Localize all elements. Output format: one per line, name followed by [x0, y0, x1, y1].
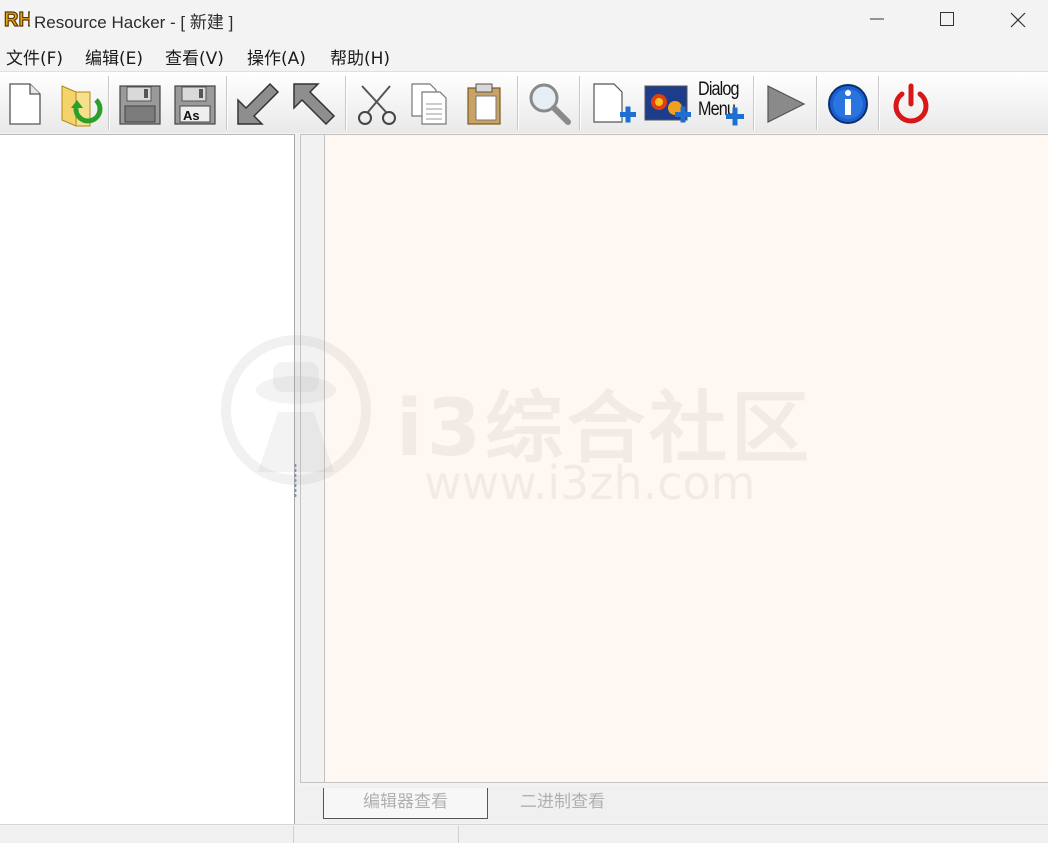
cut-button[interactable]: [352, 78, 402, 128]
toolbar: As Dialog Menu: [0, 71, 1048, 133]
compile-button[interactable]: [232, 78, 282, 128]
maximize-icon: [940, 12, 954, 26]
menu-file[interactable]: 文件(F): [6, 44, 63, 69]
add-dialog-menu-button[interactable]: Dialog Menu: [698, 78, 748, 128]
paste-button[interactable]: [462, 78, 512, 128]
add-image-resource-icon: [644, 85, 691, 123]
menu-bar: 文件(F) 编辑(E) 查看(V) 操作(A) 帮助(H): [0, 40, 1048, 70]
resource-hacker-logo-icon: RH: [4, 8, 30, 29]
info-icon: [828, 84, 868, 124]
save-floppy-icon: [119, 85, 161, 125]
window-title: Resource Hacker - [ 新建 ]: [34, 13, 234, 32]
resource-tree-panel[interactable]: [0, 134, 295, 824]
toolbar-separator: [878, 76, 880, 130]
minimize-icon: [870, 18, 884, 20]
toolbar-separator: [816, 76, 818, 130]
status-separator: [293, 826, 294, 843]
search-magnifier-icon: [529, 83, 571, 125]
splitter-grip[interactable]: [294, 463, 297, 497]
add-image-resource-button[interactable]: [643, 78, 693, 128]
open-button[interactable]: [56, 78, 106, 128]
title-bar: RH Resource Hacker - [ 新建 ]: [0, 0, 1048, 38]
maximize-button[interactable]: [912, 0, 982, 38]
tab-binary-view[interactable]: 二进制查看: [490, 788, 635, 819]
toolbar-separator: [753, 76, 755, 130]
run-play-icon: [767, 85, 806, 123]
power-exit-icon: [893, 83, 929, 124]
editor-gutter: [300, 134, 325, 783]
decompile-button[interactable]: [288, 78, 338, 128]
add-dialog-menu-icon: [726, 107, 744, 126]
compile-arrow-icon: [237, 82, 280, 125]
save-as-button[interactable]: As: [171, 78, 221, 128]
toolbar-separator: [517, 76, 519, 130]
copy-pages-icon: [411, 83, 447, 125]
tab-editor-view[interactable]: 编辑器查看: [323, 788, 488, 819]
exit-button[interactable]: [887, 78, 937, 128]
close-icon: [1010, 12, 1026, 28]
resource-hacker-window: RH Resource Hacker - [ 新建 ] 文件(F) 编辑(E) …: [0, 0, 1048, 843]
new-file-icon: [9, 83, 41, 125]
toolbar-separator: [226, 76, 228, 130]
add-blank-resource-button[interactable]: [588, 78, 638, 128]
menu-view[interactable]: 查看(V): [165, 44, 224, 69]
paste-clipboard-icon: [467, 83, 501, 125]
save-as-icon: As: [174, 85, 216, 125]
toolbar-separator: [108, 76, 110, 130]
about-button[interactable]: [824, 78, 874, 128]
status-bar: [0, 824, 1048, 843]
find-button[interactable]: [524, 78, 574, 128]
close-button[interactable]: [982, 0, 1048, 38]
code-editor[interactable]: [325, 134, 1048, 783]
minimize-button[interactable]: [842, 0, 912, 38]
svg-text:As: As: [183, 108, 200, 123]
toolbar-separator: [345, 76, 347, 130]
copy-button[interactable]: [406, 78, 456, 128]
decompile-arrow-icon: [293, 83, 336, 126]
save-button[interactable]: [116, 78, 166, 128]
menu-help[interactable]: 帮助(H): [330, 44, 390, 69]
status-separator: [458, 826, 459, 843]
add-blank-resource-icon: [593, 83, 636, 123]
toolbar-separator: [579, 76, 581, 130]
run-button[interactable]: [762, 78, 812, 128]
open-folder-icon: [61, 85, 103, 127]
svg-text:RH: RH: [4, 9, 30, 29]
menu-edit[interactable]: 编辑(E): [85, 44, 143, 69]
menu-action[interactable]: 操作(A): [247, 44, 306, 69]
new-button[interactable]: [2, 78, 52, 128]
cut-scissors-icon: [358, 85, 396, 125]
